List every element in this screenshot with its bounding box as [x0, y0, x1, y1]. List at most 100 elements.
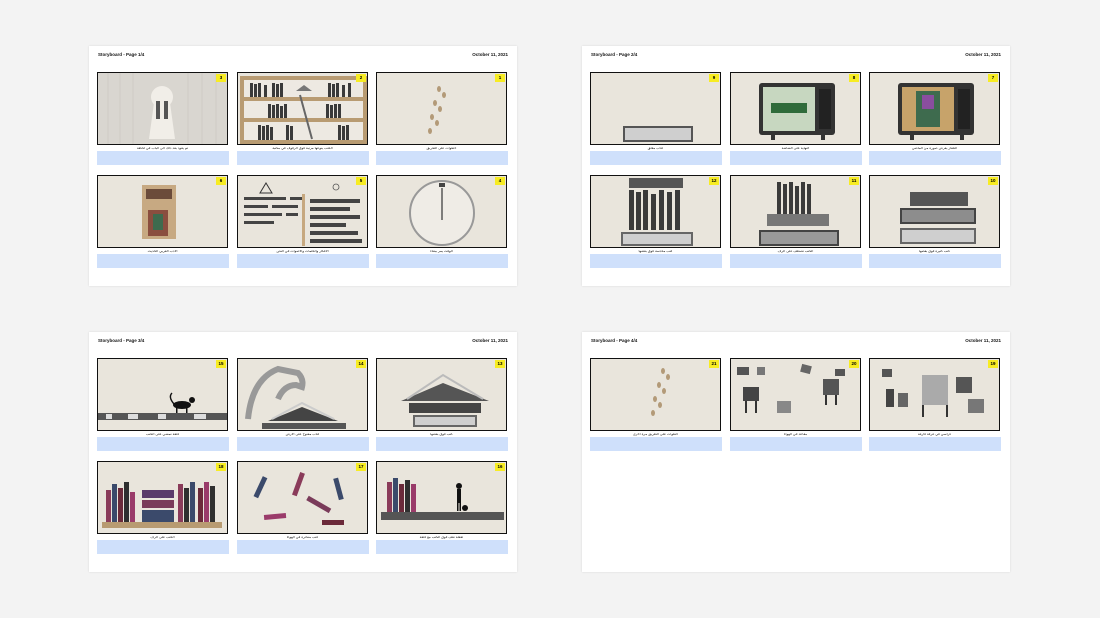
girl-and-cat-illustration [381, 478, 504, 520]
frame-image: 20 [730, 358, 861, 431]
closed-book-illustration [623, 126, 693, 142]
frame-image: 5 [237, 175, 368, 248]
frame-number: 21 [709, 360, 719, 368]
frame-number: 16 [495, 463, 505, 471]
frame-number: 9 [709, 74, 719, 82]
frame-number: 3 [216, 74, 226, 82]
frame-notes-field[interactable] [376, 254, 508, 268]
frame-image: 10 [869, 175, 1000, 248]
book-cover-illustration [142, 185, 176, 239]
frame-caption: كتاب مفتوح على الأرض [285, 433, 320, 436]
open-book-stack-illustration [401, 373, 489, 427]
page-date: October 11, 2021 [472, 338, 508, 343]
frame-notes-field[interactable] [730, 151, 862, 165]
frame-number: 18 [216, 463, 226, 471]
floating-chairs-illustration [737, 363, 845, 413]
text-strips-illustration [244, 182, 362, 246]
frame-caption: خطوات على الطريق [426, 147, 457, 150]
frame-number: 13 [495, 360, 505, 368]
frame-image: 1 [376, 72, 507, 145]
frame-image: 9 [590, 72, 721, 145]
frame-number: 4 [495, 177, 505, 185]
frame-caption: خطوات على الطريق مرة أخرى [632, 433, 679, 436]
page-title: Storyboard - Page 2/4 [591, 52, 638, 57]
frame-notes-field[interactable] [237, 437, 369, 451]
frame-notes-field[interactable] [97, 151, 229, 165]
storyboard-page-4: Storyboard - Page 4/4 October 11, 2021 2… [582, 332, 1010, 572]
frame-image: 11 [730, 175, 861, 248]
frame-notes-field[interactable] [869, 437, 1001, 451]
frame-notes-field[interactable] [590, 151, 722, 165]
frame-notes-field[interactable] [237, 151, 369, 165]
frame-number: 6 [216, 177, 226, 185]
frame-notes-field[interactable] [237, 540, 369, 554]
frame-caption: الكتب ينوعها مرتبة فوق الرفوف في مكتبة [272, 147, 333, 150]
frame-notes-field[interactable] [97, 254, 229, 268]
frame-image: 2 [237, 72, 368, 145]
frame-caption: مقاعد في الهواء [783, 433, 808, 436]
books-on-stack-illustration [759, 182, 839, 246]
frame-caption: النهاية على الشاشة [781, 147, 810, 150]
bookshelf-illustration [240, 76, 367, 144]
frame-number: 1 [495, 74, 505, 82]
frame-number: 14 [356, 360, 366, 368]
frame-number: 15 [216, 360, 226, 368]
frame-caption: كتاب مغلق [647, 147, 664, 150]
frame-image: 4 [376, 175, 507, 248]
frame-image: 7 [869, 72, 1000, 145]
frame-notes-field[interactable] [97, 540, 229, 554]
frame-caption: قطة تمشي على الكتب [145, 433, 179, 436]
frame-caption: كتب مكدسة فوق بعضها [638, 250, 673, 253]
storyboard-page-1: Storyboard - Page 1/4 October 11, 2021 3… [89, 46, 517, 286]
frame-notes-field[interactable] [730, 437, 862, 451]
frame-notes-field[interactable] [590, 437, 722, 451]
storyboard-page-3: Storyboard - Page 3/4 October 11, 2021 1… [89, 332, 517, 572]
open-book-illustration [245, 365, 346, 429]
frame-notes-field[interactable] [376, 151, 508, 165]
frame-caption: الأدب العربي الحديث [147, 250, 178, 253]
keyhole-door-illustration [107, 73, 217, 144]
frame-notes-field[interactable] [869, 151, 1001, 165]
cat-walking-illustration [98, 392, 227, 420]
frame-image: 19 [869, 358, 1000, 431]
frame-number: 8 [849, 74, 859, 82]
tv-picture-illustration [898, 83, 974, 140]
frame-number: 17 [356, 463, 366, 471]
chairs-illustration [882, 369, 984, 417]
frame-caption: كتب كثيرة فوق بعضها [918, 250, 951, 253]
frame-caption: كتب متناثرة في الهواء [286, 536, 319, 539]
frame-notes-field[interactable] [376, 437, 508, 451]
page-date: October 11, 2021 [472, 52, 508, 57]
frame-caption: التلفاز يعرض صورة من الماضي [911, 147, 958, 150]
frame-number: 19 [988, 360, 998, 368]
frame-image: 17 [237, 461, 368, 534]
frame-notes-field[interactable] [376, 540, 508, 554]
tv-end-screen-illustration [759, 83, 835, 140]
frame-image: 8 [730, 72, 861, 145]
book-stack-illustration [621, 178, 693, 246]
page-title: Storyboard - Page 3/4 [98, 338, 145, 343]
frame-caption: الكتب على الرف [150, 536, 175, 539]
frame-number: 12 [709, 177, 719, 185]
frame-caption: الوقت يمر ببطء [430, 250, 453, 253]
page-date: October 11, 2021 [965, 338, 1001, 343]
footsteps-illustration [651, 368, 670, 416]
frame-image: 16 [376, 461, 507, 534]
frame-caption: الكتب تصطف على الرف [777, 250, 814, 253]
frame-caption: كراسي في غرفة فارغة [917, 433, 952, 436]
footsteps-illustration [428, 86, 446, 134]
clock-illustration [409, 180, 475, 246]
frame-image: 14 [237, 358, 368, 431]
frame-notes-field[interactable] [237, 254, 369, 268]
frame-notes-field[interactable] [869, 254, 1001, 268]
frame-notes-field[interactable] [97, 437, 229, 451]
frame-caption: طفلة تقف فوق الكتب مع قطة [419, 536, 464, 539]
book-pile-illustration [900, 192, 976, 244]
frame-image: 18 [97, 461, 228, 534]
frame-caption: كتب فوق بعضها [430, 433, 453, 436]
frame-notes-field[interactable] [590, 254, 722, 268]
frame-image: 6 [97, 175, 228, 248]
frame-notes-field[interactable] [730, 254, 862, 268]
frame-image: 13 [376, 358, 507, 431]
frame-image: 15 [97, 358, 228, 431]
